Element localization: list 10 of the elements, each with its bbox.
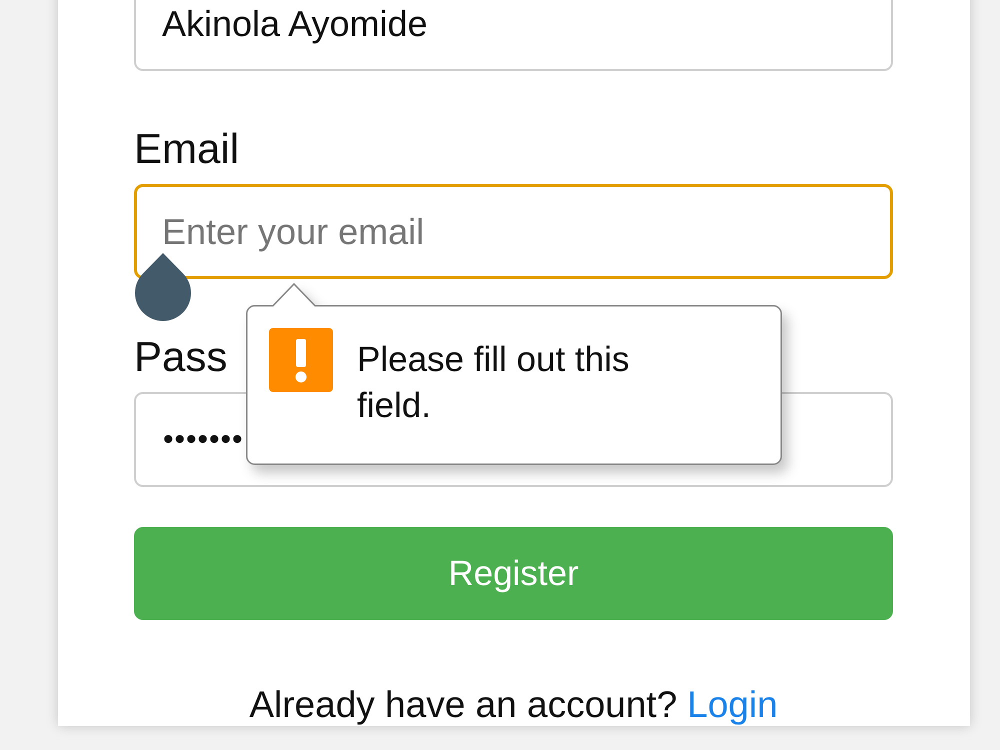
warning-icon (269, 328, 333, 392)
register-button[interactable]: Register (134, 527, 893, 620)
validation-message: Please fill out this field. (357, 339, 630, 427)
login-prompt: Already have an account? Login (248, 683, 779, 727)
field-label: Email (134, 125, 240, 173)
text-field[interactable]: Akinola Ayomide (134, 0, 893, 71)
cursor-handle-icon[interactable] (135, 253, 191, 321)
field-label: Pass (134, 333, 228, 381)
email-field[interactable]: Enter your email (134, 184, 893, 279)
login-link[interactable]: Login (687, 684, 778, 725)
